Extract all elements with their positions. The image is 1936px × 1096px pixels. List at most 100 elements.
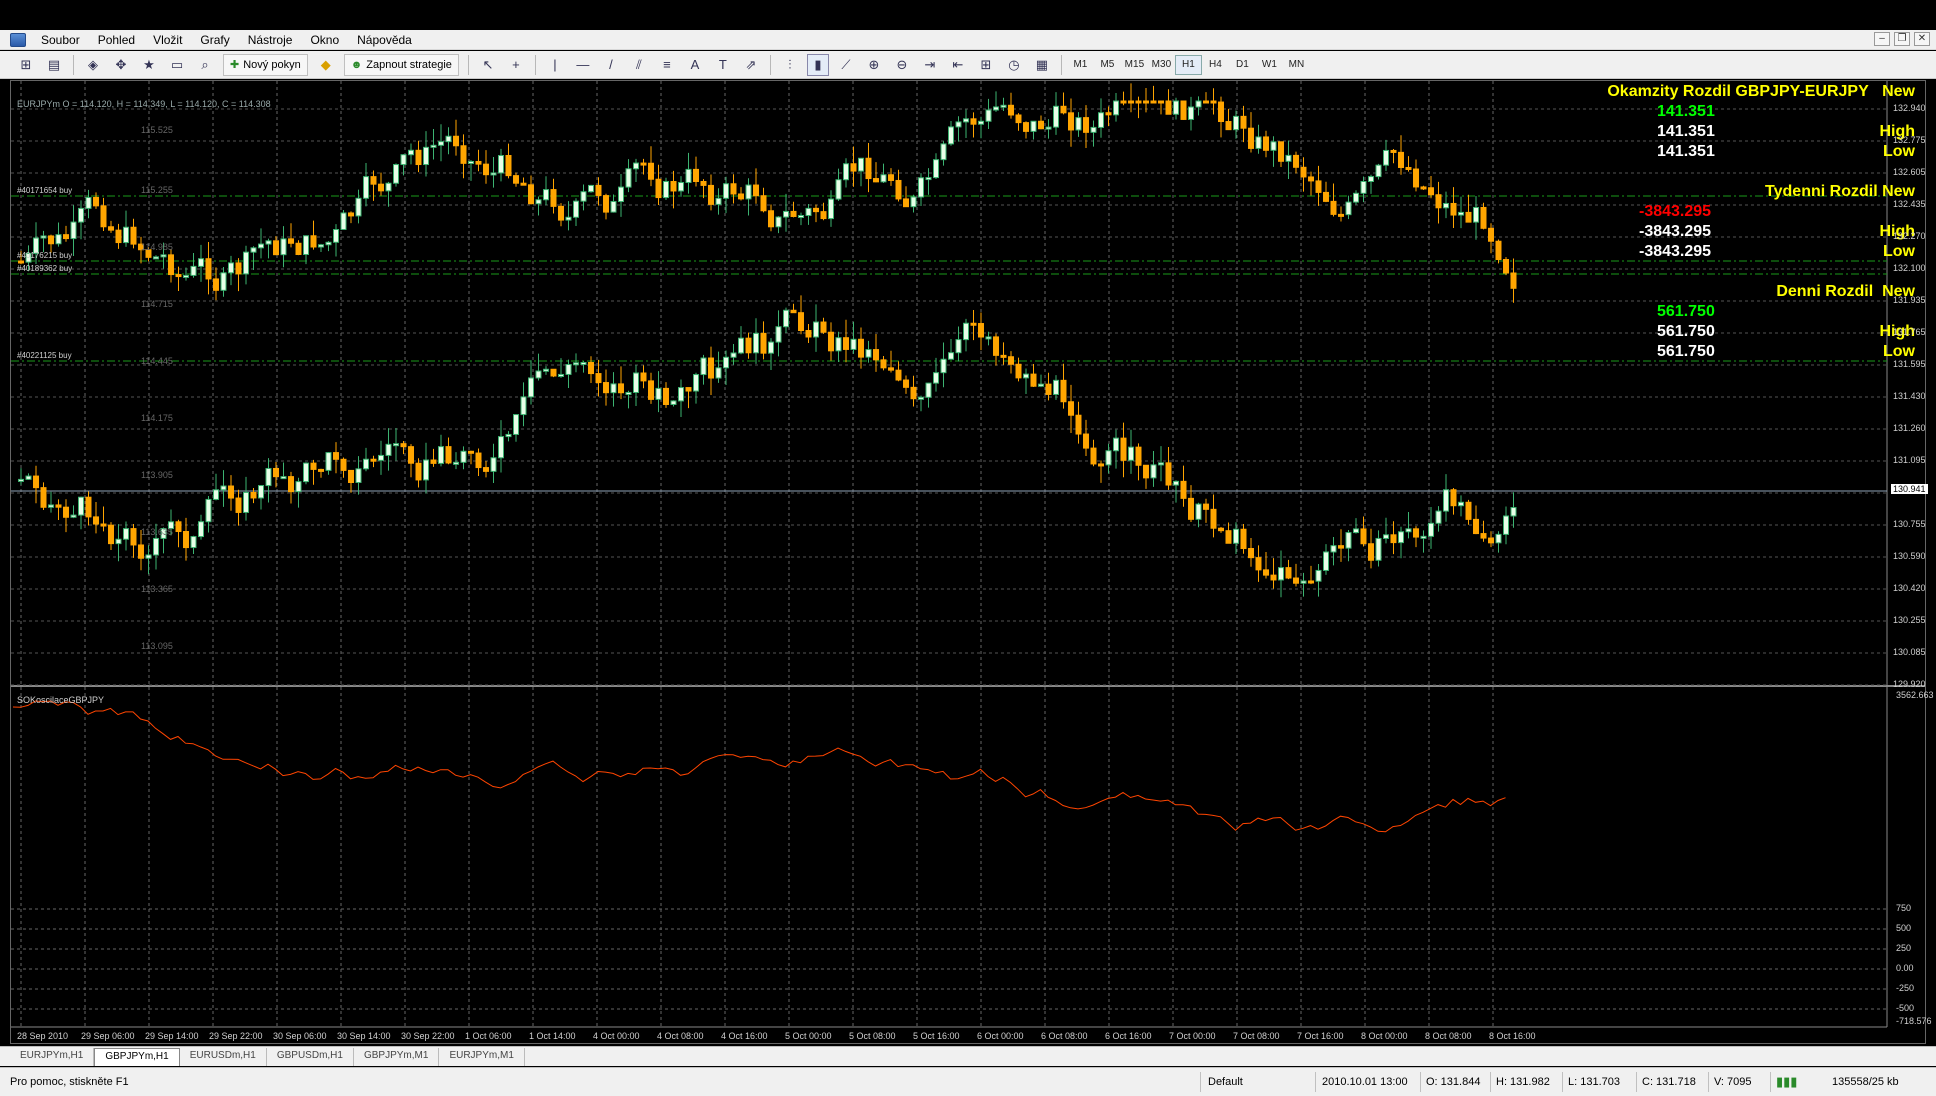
close-icon[interactable]: ✕	[1914, 32, 1930, 46]
tester-icon[interactable]: ⌕	[194, 54, 216, 76]
menu-insert[interactable]: Vložit	[144, 30, 191, 50]
tab-eurjpym-h1[interactable]: EURJPYm,H1	[10, 1048, 95, 1066]
candle-bull	[1458, 501, 1464, 507]
profiles-icon[interactable]: ▤	[43, 54, 65, 76]
candle-bear	[1300, 166, 1307, 178]
candle-bear	[1075, 414, 1082, 435]
candle-bear	[295, 242, 302, 255]
timeframe-m5[interactable]: M5	[1094, 55, 1121, 75]
data-window-icon[interactable]: ✥	[110, 54, 132, 76]
minimize-icon[interactable]: –	[1874, 32, 1890, 46]
timeframe-m1[interactable]: M1	[1067, 55, 1094, 75]
periods-icon[interactable]: ◷	[1003, 54, 1025, 76]
candle-bear	[1240, 115, 1247, 129]
candle-bull	[1233, 528, 1239, 544]
candle-bear	[408, 446, 414, 464]
candlestick-icon[interactable]: ▮	[806, 53, 829, 76]
candle-bear	[1015, 363, 1022, 379]
candle-bear	[1293, 154, 1299, 168]
candle-bear	[415, 149, 422, 166]
fibonacci-icon[interactable]: ≡	[656, 54, 678, 76]
timeframe-d1[interactable]: D1	[1229, 55, 1256, 75]
metaeditor-icon[interactable]: ◆	[315, 54, 337, 76]
timeframe-w1[interactable]: W1	[1256, 55, 1283, 75]
vertical-line-icon[interactable]: |	[544, 54, 566, 76]
candle-bull	[303, 462, 309, 483]
menu-view[interactable]: Pohled	[89, 30, 144, 50]
strategies-button[interactable]: ☻ Zapnout strategie	[343, 53, 459, 76]
chart-canvas[interactable]	[11, 81, 1925, 1043]
candle-bull	[880, 174, 887, 183]
candle-bull	[265, 240, 272, 245]
text-icon[interactable]: A	[684, 54, 706, 76]
candle-bull	[535, 370, 542, 379]
chart-window[interactable]: EURJPYm O = 114.120, H = 114.349, L = 11…	[10, 80, 1934, 1044]
new-order-button[interactable]: ✚ Nový pokyn	[223, 53, 308, 76]
trendline-icon[interactable]: /	[600, 54, 622, 76]
candle-bull	[940, 143, 947, 161]
menu-window[interactable]: Okno	[301, 30, 348, 50]
candle-bear	[475, 160, 482, 165]
timeframe-h4[interactable]: H4	[1202, 55, 1229, 75]
tab-eurusdm-h1[interactable]: EURUSDm,H1	[180, 1048, 267, 1066]
time-axis-label: 29 Sep 14:00	[145, 1031, 199, 1041]
candle-bull	[333, 228, 339, 243]
line-chart-icon[interactable]: ⟋	[835, 54, 857, 76]
market-watch-icon[interactable]: ◈	[82, 54, 104, 76]
terminal-icon[interactable]: ▭	[166, 54, 188, 76]
app-icon[interactable]	[10, 32, 26, 47]
horizontal-line-icon[interactable]: —	[572, 54, 594, 76]
time-axis-label: 28 Sep 2010	[17, 1031, 69, 1041]
crosshair-icon[interactable]: +	[505, 54, 527, 76]
price-axis-label: 129.920	[1893, 679, 1926, 689]
candle-bull	[1105, 450, 1112, 466]
candle-bear	[1000, 354, 1007, 358]
candle-bear	[115, 229, 122, 244]
restore-icon[interactable]: ❐	[1894, 32, 1910, 46]
timeframe-m15[interactable]: M15	[1121, 55, 1148, 75]
candle-bear	[213, 278, 219, 291]
new-order-icon: ✚	[230, 59, 240, 71]
tab-eurjpym-m1[interactable]: EURJPYm,M1	[439, 1048, 525, 1066]
tab-gbpjpym-h1[interactable]: GBPJPYm,H1	[94, 1048, 180, 1066]
status-profile: Default	[1208, 1076, 1243, 1088]
cursor-icon[interactable]: ↖	[477, 54, 499, 76]
candle-bear	[18, 260, 24, 264]
status-separator	[1562, 1072, 1563, 1092]
new-chart-icon[interactable]: ⊞	[15, 54, 37, 76]
timeframe-m30[interactable]: M30	[1148, 55, 1175, 75]
indicators-icon[interactable]: ⊞	[975, 54, 997, 76]
candle-bull	[565, 364, 572, 375]
candle-bull	[250, 247, 257, 253]
candle-bear	[865, 157, 872, 180]
bar-chart-icon[interactable]: ⫶	[779, 54, 801, 76]
candle-bear	[1090, 447, 1097, 465]
candle-bear	[618, 383, 624, 394]
tab-gbpjpym-m1[interactable]: GBPJPYm,M1	[354, 1048, 440, 1066]
menu-tools[interactable]: Nástroje	[239, 30, 302, 50]
zoom-in-icon[interactable]: ⊕	[863, 54, 885, 76]
zoom-out-icon[interactable]: ⊖	[891, 54, 913, 76]
price-axis-label: 131.095	[1893, 455, 1926, 465]
candle-bull	[685, 168, 692, 184]
channel-icon[interactable]: ⫽	[628, 54, 650, 76]
tab-gbpusdm-h1[interactable]: GBPUSDm,H1	[267, 1048, 354, 1066]
timeframe-mn[interactable]: MN	[1283, 55, 1310, 75]
toolbar: ⊞ ▤ ◈ ✥ ★ ▭ ⌕ ✚ Nový pokyn ◆ ☻ Zapnout str…	[0, 51, 1936, 79]
timeframe-h1[interactable]: H1	[1174, 54, 1202, 75]
chart-shift-icon[interactable]: ⇤	[947, 54, 969, 76]
menu-charts[interactable]: Grafy	[191, 30, 238, 50]
candle-bear	[378, 183, 384, 192]
ohlc-readout: EURJPYm O = 114.120, H = 114.349, L = 11…	[17, 99, 271, 109]
status-traffic: 135558/25 kb	[1832, 1076, 1899, 1088]
menu-help[interactable]: Nápověda	[348, 30, 421, 50]
templates-icon[interactable]: ▦	[1031, 54, 1053, 76]
candle-bull	[1173, 100, 1179, 115]
menu-file[interactable]: Soubor	[32, 30, 89, 50]
arrows-icon[interactable]: ⇗	[740, 54, 762, 76]
candle-bear	[1128, 100, 1134, 104]
text-label-icon[interactable]: T	[712, 54, 734, 76]
price-axis-label: 132.100	[1893, 263, 1926, 273]
autoscroll-icon[interactable]: ⇥	[919, 54, 941, 76]
navigator-icon[interactable]: ★	[138, 54, 160, 76]
